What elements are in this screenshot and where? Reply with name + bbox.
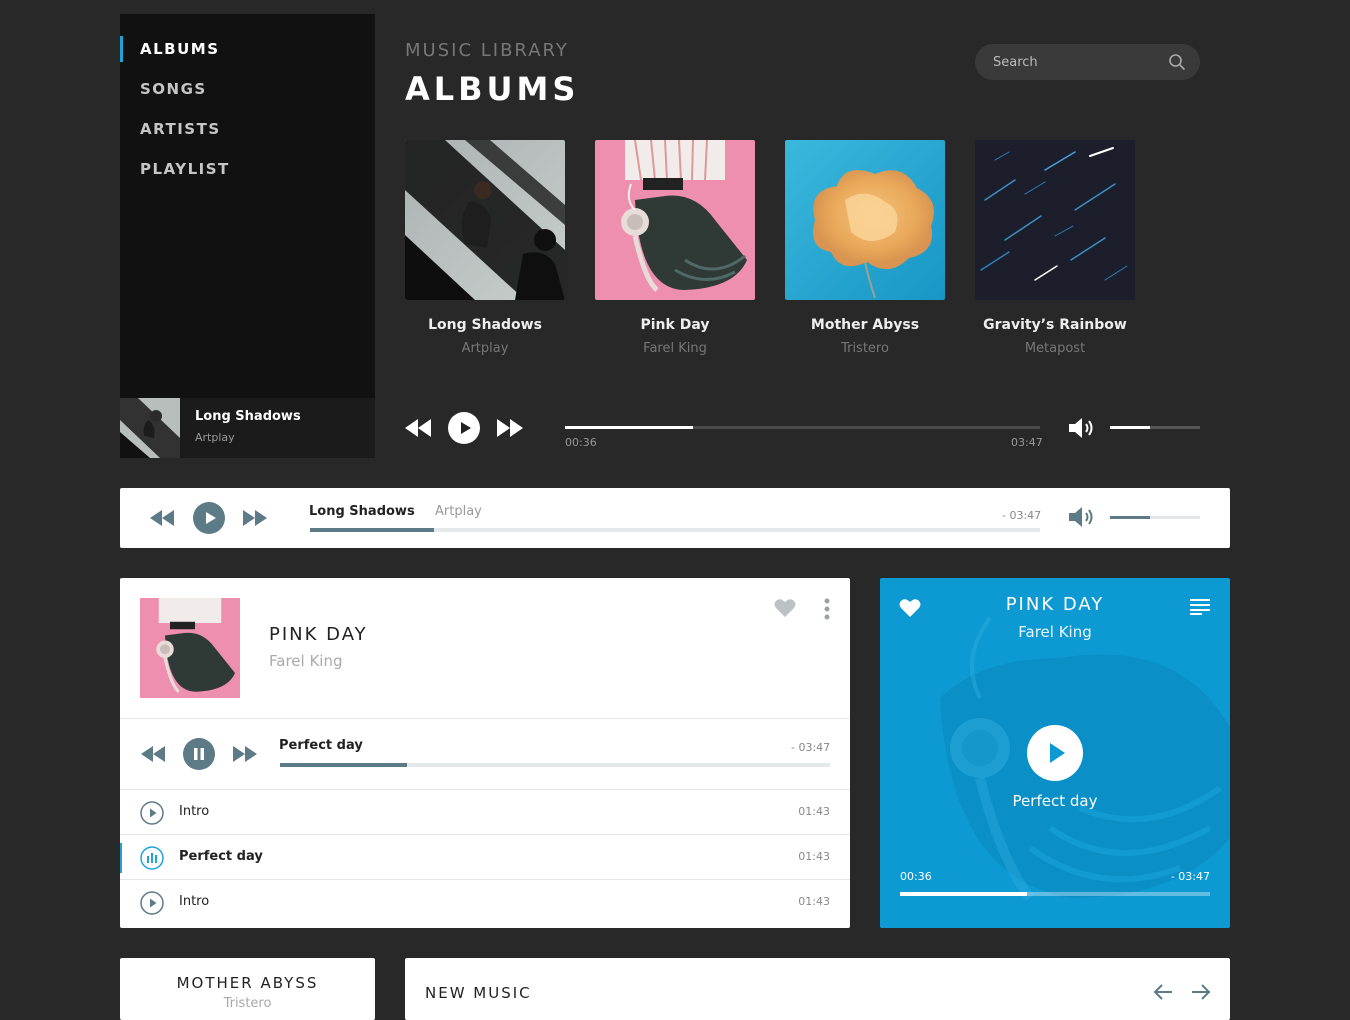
album-cover <box>595 140 755 300</box>
album-detail-card: PINK DAY Farel King Perfect day - 03:47 … <box>120 578 850 928</box>
sidebar-now-playing[interactable]: Long Shadows Artplay <box>120 398 375 458</box>
volume-slider[interactable] <box>1110 516 1200 519</box>
arrow-right-icon[interactable] <box>1191 984 1211 1000</box>
album-title: PINK DAY <box>1005 594 1105 615</box>
remaining-time: - 03:47 <box>791 741 831 754</box>
album-cover <box>405 140 565 300</box>
elapsed-time: 00:36 <box>565 436 597 449</box>
play-button[interactable] <box>1027 725 1083 781</box>
album-artist: Tristero <box>841 341 889 356</box>
track-row[interactable]: Intro 01:43 <box>120 789 850 834</box>
track-row-active[interactable]: Perfect day 01:43 <box>120 834 850 879</box>
now-playing-title: Long Shadows <box>195 409 301 424</box>
blue-player-card: PINK DAY Farel King Perfect day 00:36 - … <box>880 578 1230 928</box>
play-button[interactable] <box>193 502 225 534</box>
duration-time: 03:47 <box>1011 436 1043 449</box>
search-box <box>975 44 1200 80</box>
album-cover <box>785 140 945 300</box>
volume-fill <box>1110 426 1150 429</box>
search-input[interactable] <box>993 44 1163 80</box>
album-title: Mother Abyss <box>810 317 920 333</box>
track-row-time: 01:43 <box>798 850 830 863</box>
track-row-title: Perfect day <box>179 849 263 864</box>
album-title: PINK DAY <box>269 624 368 645</box>
track-artist: Artplay <box>435 504 482 519</box>
album-artist: Farel King <box>269 652 343 670</box>
mini-album-card[interactable]: MOTHER ABYSS Tristero <box>120 958 375 1020</box>
track-row-title: Intro <box>179 804 210 819</box>
previous-icon[interactable] <box>405 419 431 437</box>
album-artist: Farel King <box>643 341 707 356</box>
volume-icon[interactable] <box>1069 507 1095 527</box>
sidebar: ALBUMS SONGS ARTISTS PLAYLIST <box>120 14 375 398</box>
active-track-indicator <box>120 843 122 873</box>
play-circle-icon[interactable] <box>140 801 164 825</box>
now-playing-artist: Artplay <box>195 431 235 444</box>
album-card[interactable]: Long Shadows Artplay <box>405 140 565 356</box>
album-card[interactable]: Gravity’s Rainbow Metapost <box>975 140 1135 356</box>
divider <box>120 718 850 719</box>
more-options-icon[interactable] <box>822 598 832 620</box>
track-progress-fill <box>900 892 1028 896</box>
album-title: Long Shadows <box>428 317 542 333</box>
track-progress-bar[interactable] <box>900 892 1210 896</box>
album-artist: Metapost <box>1024 341 1086 356</box>
album-card[interactable]: Pink Day Farel King <box>595 140 755 356</box>
volume-fill <box>1110 516 1150 519</box>
album-artist: Farel King <box>1018 623 1092 641</box>
sidebar-item-songs[interactable]: SONGS <box>140 80 207 98</box>
track-row[interactable]: Intro 01:43 <box>120 879 850 924</box>
arrow-left-icon[interactable] <box>1153 984 1173 1000</box>
playlist-icon[interactable] <box>1190 599 1210 615</box>
next-icon[interactable] <box>497 419 523 437</box>
equalizer-icon <box>140 846 164 870</box>
album-title: Pink Day <box>640 317 710 333</box>
now-playing-cover <box>120 398 180 458</box>
next-icon[interactable] <box>233 746 257 762</box>
search-icon[interactable] <box>1168 53 1186 71</box>
album-artist: Tristero <box>223 996 272 1011</box>
mini-player: Long Shadows Artplay - 03:47 <box>120 488 1230 548</box>
album-cover <box>140 598 240 698</box>
page-title: ALBUMS <box>405 70 580 108</box>
new-music-panel: NEW MUSIC <box>405 958 1230 1020</box>
track-row-time: 01:43 <box>798 895 830 908</box>
track-progress-fill <box>310 528 435 532</box>
track-title: Long Shadows <box>309 504 415 519</box>
previous-icon[interactable] <box>141 746 165 762</box>
volume-icon[interactable] <box>1069 418 1095 438</box>
sidebar-item-artists[interactable]: ARTISTS <box>140 120 221 138</box>
album-title: Gravity’s Rainbow <box>983 317 1127 333</box>
sidebar-item-playlist[interactable]: PLAYLIST <box>140 160 230 178</box>
volume-slider[interactable] <box>1110 426 1200 429</box>
track-row-time: 01:43 <box>798 805 830 818</box>
next-icon[interactable] <box>243 510 267 526</box>
track-row-title: Intro <box>179 894 210 909</box>
page-subtitle: MUSIC LIBRARY <box>405 40 569 61</box>
current-track-title: Perfect day <box>279 738 363 753</box>
previous-icon[interactable] <box>150 510 174 526</box>
album-cover <box>975 140 1135 300</box>
active-nav-indicator <box>120 36 123 62</box>
dark-progress-bar[interactable] <box>565 426 1040 429</box>
album-artist: Artplay <box>461 341 509 356</box>
section-title: NEW MUSIC <box>425 984 532 1002</box>
play-circle-icon[interactable] <box>140 891 164 915</box>
track-progress-bar[interactable] <box>310 528 1040 532</box>
remaining-time: - 03:47 <box>1170 870 1210 883</box>
track-title: Perfect day <box>1012 792 1098 810</box>
heart-icon[interactable] <box>774 598 796 618</box>
pause-button[interactable] <box>183 738 215 770</box>
album-title: MOTHER ABYSS <box>176 974 319 992</box>
remaining-time: - 03:47 <box>1002 509 1042 522</box>
track-progress-fill <box>280 763 407 767</box>
sidebar-item-albums[interactable]: ALBUMS <box>140 40 220 58</box>
track-progress-bar[interactable] <box>280 763 830 767</box>
dark-progress-fill <box>565 426 694 429</box>
elapsed-time: 00:36 <box>900 870 932 883</box>
play-button[interactable] <box>448 412 480 444</box>
album-card[interactable]: Mother Abyss Tristero <box>785 140 945 356</box>
